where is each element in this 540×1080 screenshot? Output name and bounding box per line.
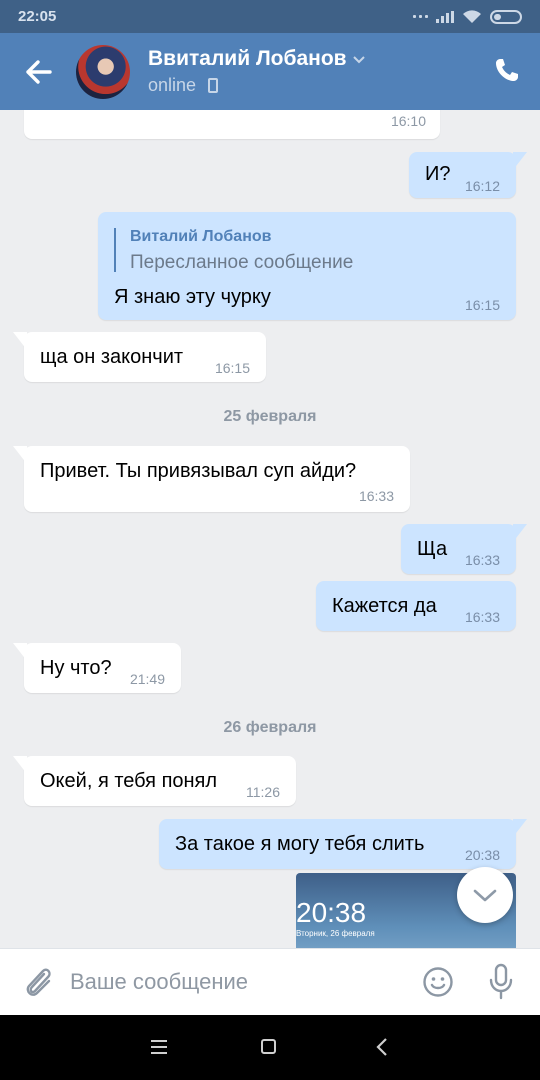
chevron-down-icon[interactable] bbox=[352, 55, 366, 65]
message-time: 16:12 bbox=[464, 178, 500, 194]
home-icon[interactable] bbox=[261, 1039, 276, 1054]
contact-status: online bbox=[148, 75, 197, 95]
signal-icon bbox=[436, 10, 454, 23]
message-text: Ща bbox=[417, 538, 448, 560]
more-dots-icon bbox=[413, 15, 428, 18]
wifi-icon bbox=[463, 10, 481, 23]
date-separator: 25 февраля bbox=[223, 408, 317, 425]
message-time: 11:26 bbox=[246, 784, 280, 800]
message-text: И? bbox=[425, 163, 451, 185]
message-input[interactable] bbox=[70, 963, 400, 1001]
forwarded-label: Пересланное сообщение bbox=[130, 252, 354, 273]
message-outgoing[interactable]: За такое я могу тебя слить 20:38 bbox=[159, 819, 527, 869]
message-text: ща он закончит bbox=[40, 346, 184, 368]
smile-icon[interactable] bbox=[422, 966, 454, 998]
paperclip-icon[interactable] bbox=[22, 965, 54, 999]
back-arrow-icon[interactable] bbox=[22, 55, 56, 89]
message-time: 16:10 bbox=[390, 113, 426, 129]
nav-back-icon[interactable] bbox=[375, 1037, 389, 1057]
message-text: Я знаю эту чурку bbox=[114, 286, 271, 308]
message-outgoing[interactable]: И? 16:12 bbox=[409, 152, 527, 198]
message-text: Ну что? bbox=[40, 657, 112, 679]
message-incoming[interactable]: 16:10 bbox=[24, 110, 440, 139]
mobile-device-icon bbox=[208, 78, 218, 93]
battery-icon bbox=[490, 9, 522, 24]
message-incoming[interactable]: Привет. Ты привязывал суп айди? 16:33 bbox=[13, 446, 410, 512]
forward-bar bbox=[114, 228, 116, 272]
message-time: 16:15 bbox=[214, 360, 250, 376]
menu-icon[interactable] bbox=[150, 1039, 168, 1055]
message-text: Привет. Ты привязывал суп айди? bbox=[40, 460, 357, 482]
message-time: 16:33 bbox=[464, 609, 500, 625]
message-time: 16:33 bbox=[464, 552, 500, 568]
message-text: Окей, я тебя понял bbox=[40, 770, 218, 792]
message-time: 16:33 bbox=[358, 488, 394, 504]
phone-icon[interactable] bbox=[494, 57, 520, 83]
status-time: 22:05 bbox=[18, 8, 57, 25]
message-text: Кажется да bbox=[332, 595, 437, 617]
message-text: За такое я могу тебя слить bbox=[175, 833, 425, 855]
status-icons bbox=[413, 9, 522, 24]
message-time: 21:49 bbox=[129, 671, 165, 687]
message-outgoing[interactable]: Кажется да 16:33 bbox=[316, 581, 516, 631]
microphone-icon[interactable] bbox=[487, 963, 515, 1001]
scroll-down-button[interactable] bbox=[457, 867, 513, 923]
preview-lockscreen-time: 20:38 bbox=[296, 897, 367, 928]
avatar[interactable] bbox=[76, 45, 130, 99]
message-incoming[interactable]: Окей, я тебя понял 11:26 bbox=[13, 756, 296, 806]
chat-header: Ввиталий Лобанов online bbox=[0, 33, 540, 110]
message-incoming[interactable]: ща он закончит 16:15 bbox=[13, 332, 266, 382]
chevron-down-icon bbox=[473, 889, 497, 902]
message-forwarded[interactable]: Виталий Лобанов Пересланное сообщение Я … bbox=[98, 212, 516, 320]
system-nav-bar bbox=[0, 1015, 540, 1080]
composer-bar bbox=[0, 948, 540, 1015]
status-bar: 22:05 bbox=[0, 0, 540, 33]
preview-lockscreen-date: Вторник, 26 февраля bbox=[296, 929, 375, 938]
message-list[interactable]: 16:10 И? 16:12 Виталий Лобанов Пересланн… bbox=[0, 110, 540, 948]
date-separator: 26 февраля bbox=[223, 719, 317, 736]
message-incoming[interactable]: Ну что? 21:49 bbox=[13, 643, 181, 693]
message-outgoing[interactable]: Ща 16:33 bbox=[401, 524, 527, 574]
message-time: 16:15 bbox=[464, 297, 500, 313]
contact-name[interactable]: Ввиталий Лобанов bbox=[148, 47, 347, 71]
forwarded-author[interactable]: Виталий Лобанов bbox=[130, 228, 271, 246]
message-time: 20:38 bbox=[464, 847, 500, 863]
